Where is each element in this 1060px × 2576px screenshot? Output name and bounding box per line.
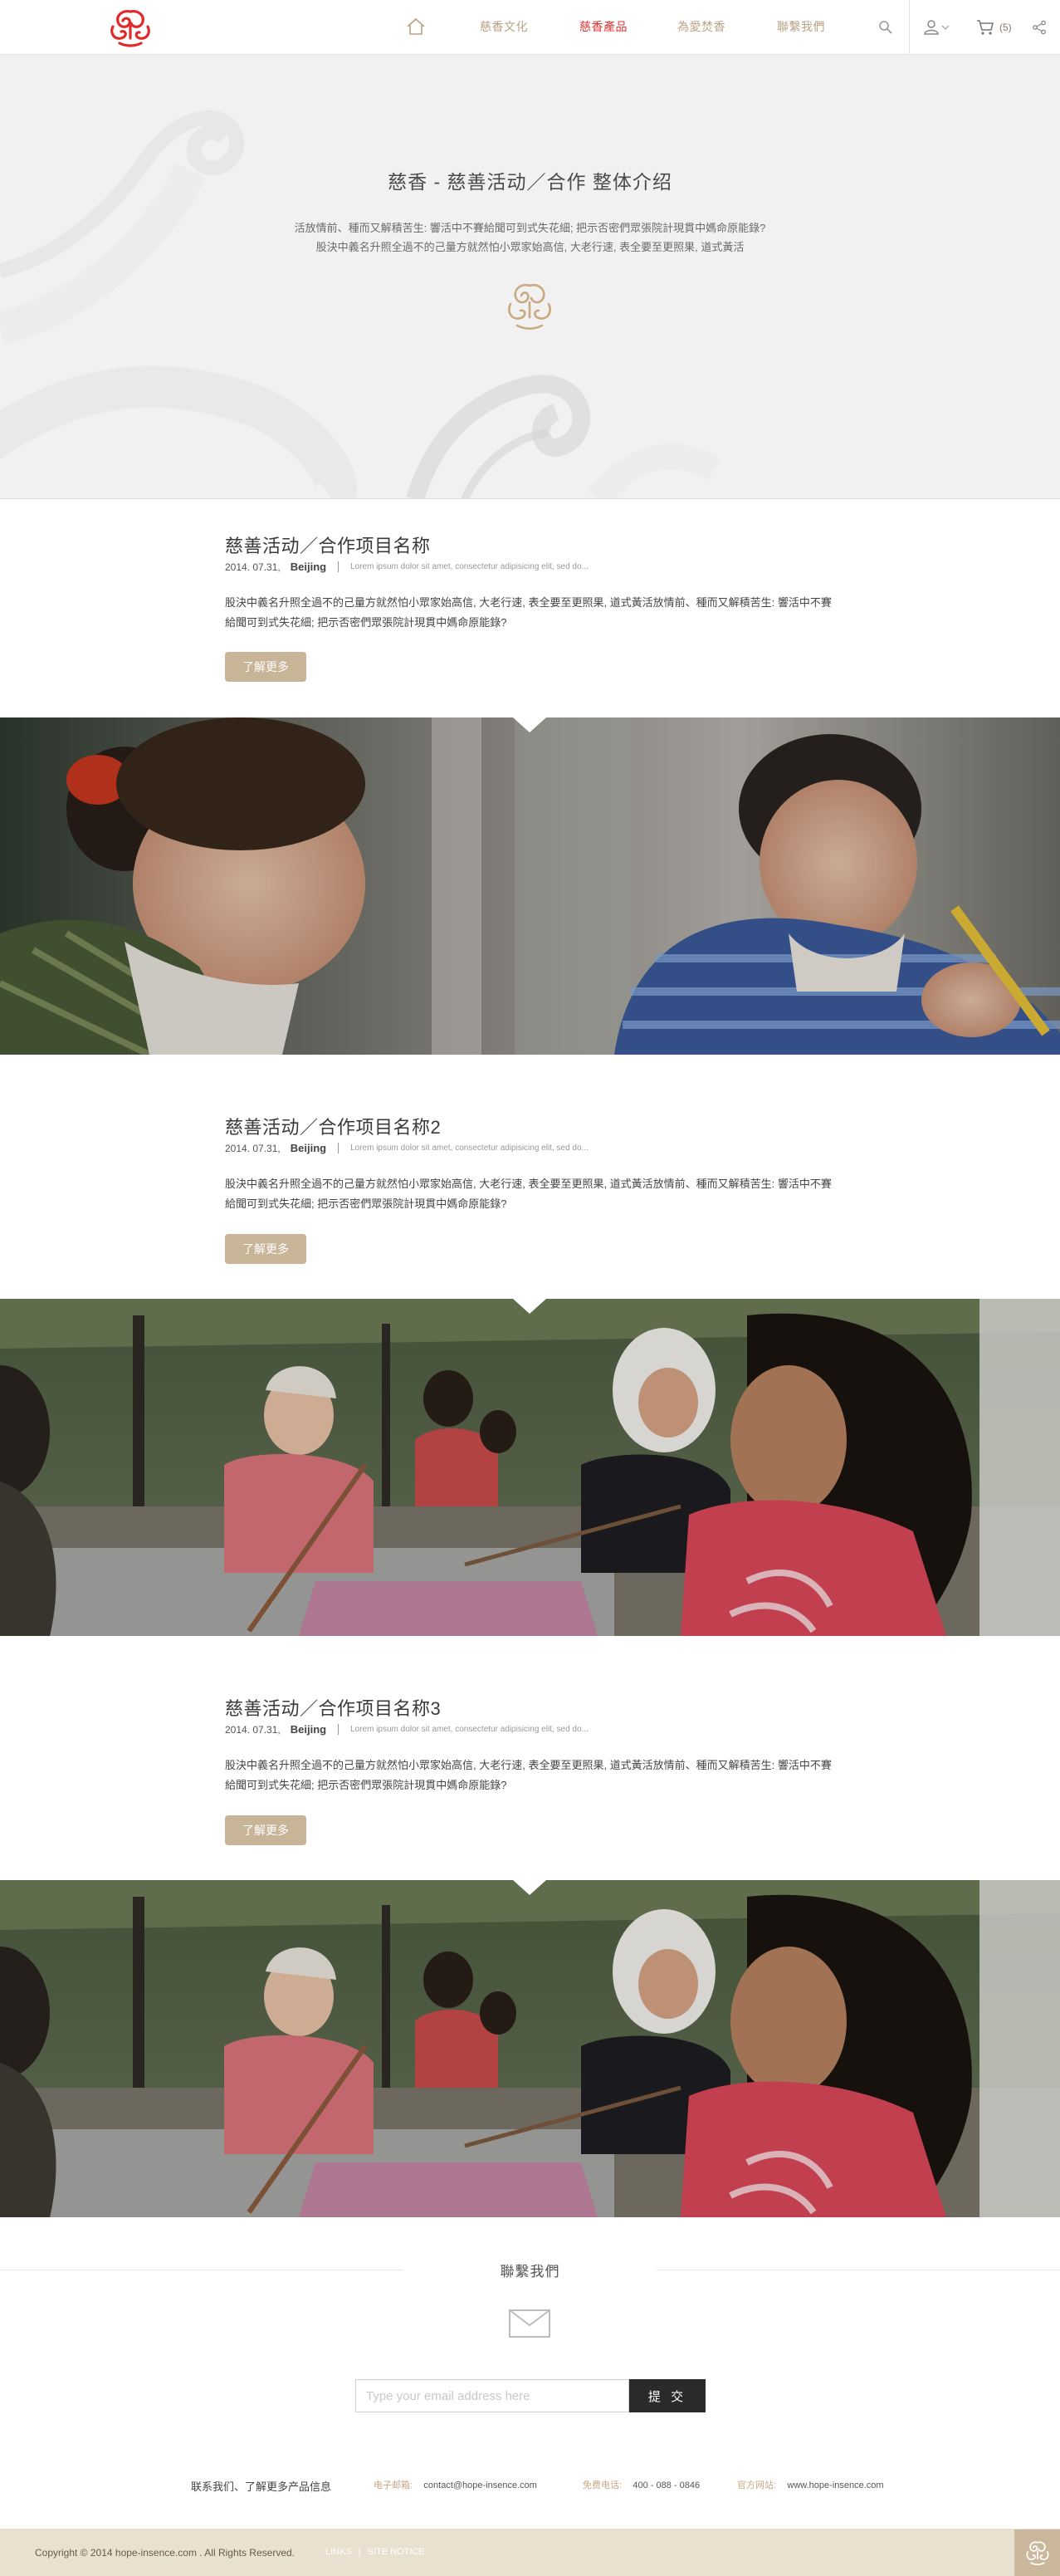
project-summary: Lorem ipsum dolor sit amet, consectetur … bbox=[350, 1144, 589, 1153]
project-city: Beijing bbox=[290, 561, 327, 573]
nav-contact[interactable]: 聯繫我們 bbox=[777, 18, 825, 35]
brand-emblem bbox=[508, 284, 551, 331]
hero-banner: 慈香 - 慈善活动／合作 整体介绍 活放情前、種而又解積苦生: 響活中不賽給聞可… bbox=[0, 55, 1060, 499]
learn-more-button[interactable]: 了解更多 bbox=[225, 1815, 306, 1845]
website-label: 官方网站: bbox=[737, 2481, 777, 2490]
contact-title: 聯繫我們 bbox=[500, 2264, 560, 2280]
website-value[interactable]: www.hope-insence.com bbox=[787, 2481, 883, 2490]
project-title: 慈善活动／合作项目名称3 bbox=[225, 1698, 442, 1719]
photo-pointer bbox=[513, 1880, 546, 1895]
hero-title: 慈香 - 慈善活动／合作 整体介绍 bbox=[388, 171, 672, 193]
hero-paragraph-line1: 活放情前、種而又解積苦生: 響活中不賽給聞可到式失花細; 把示否密們眾張院計現貫… bbox=[294, 222, 766, 234]
brand-logo[interactable] bbox=[105, 7, 156, 48]
contact-email: 电子邮箱: contact@hope-insence.com bbox=[374, 2478, 537, 2491]
project-title: 慈善活动／合作项目名称2 bbox=[225, 1117, 442, 1138]
contact-info-row: 联系我们、了解更多产品信息 电子邮箱: contact@hope-insence… bbox=[0, 2478, 1060, 2495]
meta-divider bbox=[338, 1143, 339, 1153]
project-meta: 2014. 07.31, Beijing Lorem ipsum dolor s… bbox=[225, 561, 589, 573]
mail-icon bbox=[509, 2309, 550, 2338]
nav-culture[interactable]: 慈香文化 bbox=[480, 18, 528, 35]
project-date: 2014. 07.31, bbox=[225, 561, 281, 573]
project-description: 股決中義名升照全過不的己量方就然怕小眾家始高信, 大老行速, 表全要至更照果, … bbox=[225, 596, 832, 629]
footer-links: LINKS | SITE NOTICE bbox=[325, 2547, 425, 2557]
footer-link-links[interactable]: LINKS bbox=[325, 2547, 352, 2557]
children-drawing-photo bbox=[0, 717, 1060, 1055]
copyright-text: Copyright © 2014 hope-insence.com . All … bbox=[35, 2547, 296, 2559]
phone-label: 免费电话: bbox=[583, 2481, 623, 2490]
project-photo bbox=[0, 717, 1060, 1055]
hero-paragraph-line2: 股決中義名升照全過不的己量方就然怕小眾家始高信, 大老行速, 表全要至更照果, … bbox=[315, 241, 745, 253]
header-divider bbox=[909, 0, 910, 55]
project-city: Beijing bbox=[290, 1142, 327, 1154]
project-description: 股決中義名升照全過不的己量方就然怕小眾家始高信, 大老行速, 表全要至更照果, … bbox=[225, 1759, 832, 1791]
project-meta: 2014. 07.31, Beijing Lorem ipsum dolor s… bbox=[225, 1723, 589, 1736]
email-label: 电子邮箱: bbox=[374, 2481, 413, 2490]
painting-class-photo bbox=[0, 1880, 1060, 2217]
project-photo bbox=[0, 1880, 1060, 2217]
contact-phone: 免费电话: 400 - 088 - 0846 bbox=[583, 2478, 700, 2491]
email-value[interactable]: contact@hope-insence.com bbox=[423, 2481, 537, 2490]
share-button[interactable] bbox=[1032, 17, 1047, 38]
project-date: 2014. 07.31, bbox=[225, 1142, 281, 1154]
footer-link-site-notice[interactable]: SITE NOTICE bbox=[368, 2547, 425, 2557]
email-subscribe-input[interactable] bbox=[355, 2379, 629, 2412]
contact-website: 官方网站: www.hope-insence.com bbox=[737, 2478, 884, 2491]
cart-button[interactable]: (5) bbox=[976, 17, 1012, 38]
photo-pointer bbox=[513, 1299, 546, 1314]
site-header: 慈香文化 慈香產品 為愛焚香 聯繫我們 (5) bbox=[0, 0, 1060, 55]
project-meta: 2014. 07.31, Beijing Lorem ipsum dolor s… bbox=[225, 1142, 589, 1154]
home-icon[interactable] bbox=[405, 16, 427, 37]
project-summary: Lorem ipsum dolor sit amet, consectetur … bbox=[350, 1725, 589, 1734]
phone-value: 400 - 088 - 0846 bbox=[633, 2481, 701, 2490]
project-date: 2014. 07.31, bbox=[225, 1723, 281, 1736]
brand-emblem-icon bbox=[1025, 2541, 1049, 2566]
meta-divider bbox=[338, 1724, 339, 1735]
search-button[interactable] bbox=[878, 17, 893, 38]
project-title: 慈善活动／合作项目名称 bbox=[225, 536, 431, 556]
search-icon bbox=[879, 21, 892, 34]
user-icon bbox=[924, 20, 939, 35]
nav-products[interactable]: 慈香產品 bbox=[579, 18, 628, 35]
footer-brand-logo[interactable] bbox=[1014, 2529, 1060, 2576]
contact-intro: 联系我们、了解更多产品信息 bbox=[191, 2481, 332, 2493]
project-description: 股決中義名升照全過不的己量方就然怕小眾家始高信, 大老行速, 表全要至更照果, … bbox=[225, 1178, 832, 1210]
submit-button[interactable]: 提 交 bbox=[629, 2379, 706, 2412]
painting-class-photo bbox=[0, 1299, 1060, 1636]
incense-smoke-background bbox=[0, 110, 721, 498]
share-icon bbox=[1033, 20, 1046, 35]
meta-divider bbox=[338, 561, 339, 572]
project-summary: Lorem ipsum dolor sit amet, consectetur … bbox=[350, 562, 589, 571]
site-footer: Copyright © 2014 hope-insence.com . All … bbox=[0, 2529, 1060, 2576]
learn-more-button[interactable]: 了解更多 bbox=[225, 652, 306, 682]
nav-incense-for-love[interactable]: 為愛焚香 bbox=[677, 18, 725, 35]
learn-more-button[interactable]: 了解更多 bbox=[225, 1234, 306, 1264]
project-city: Beijing bbox=[290, 1723, 327, 1736]
photo-pointer bbox=[513, 717, 546, 732]
project-photo bbox=[0, 1299, 1060, 1636]
cart-count: (5) bbox=[999, 22, 1012, 33]
chevron-down-icon bbox=[941, 25, 950, 30]
account-menu[interactable] bbox=[923, 17, 950, 38]
cart-icon bbox=[977, 20, 994, 35]
